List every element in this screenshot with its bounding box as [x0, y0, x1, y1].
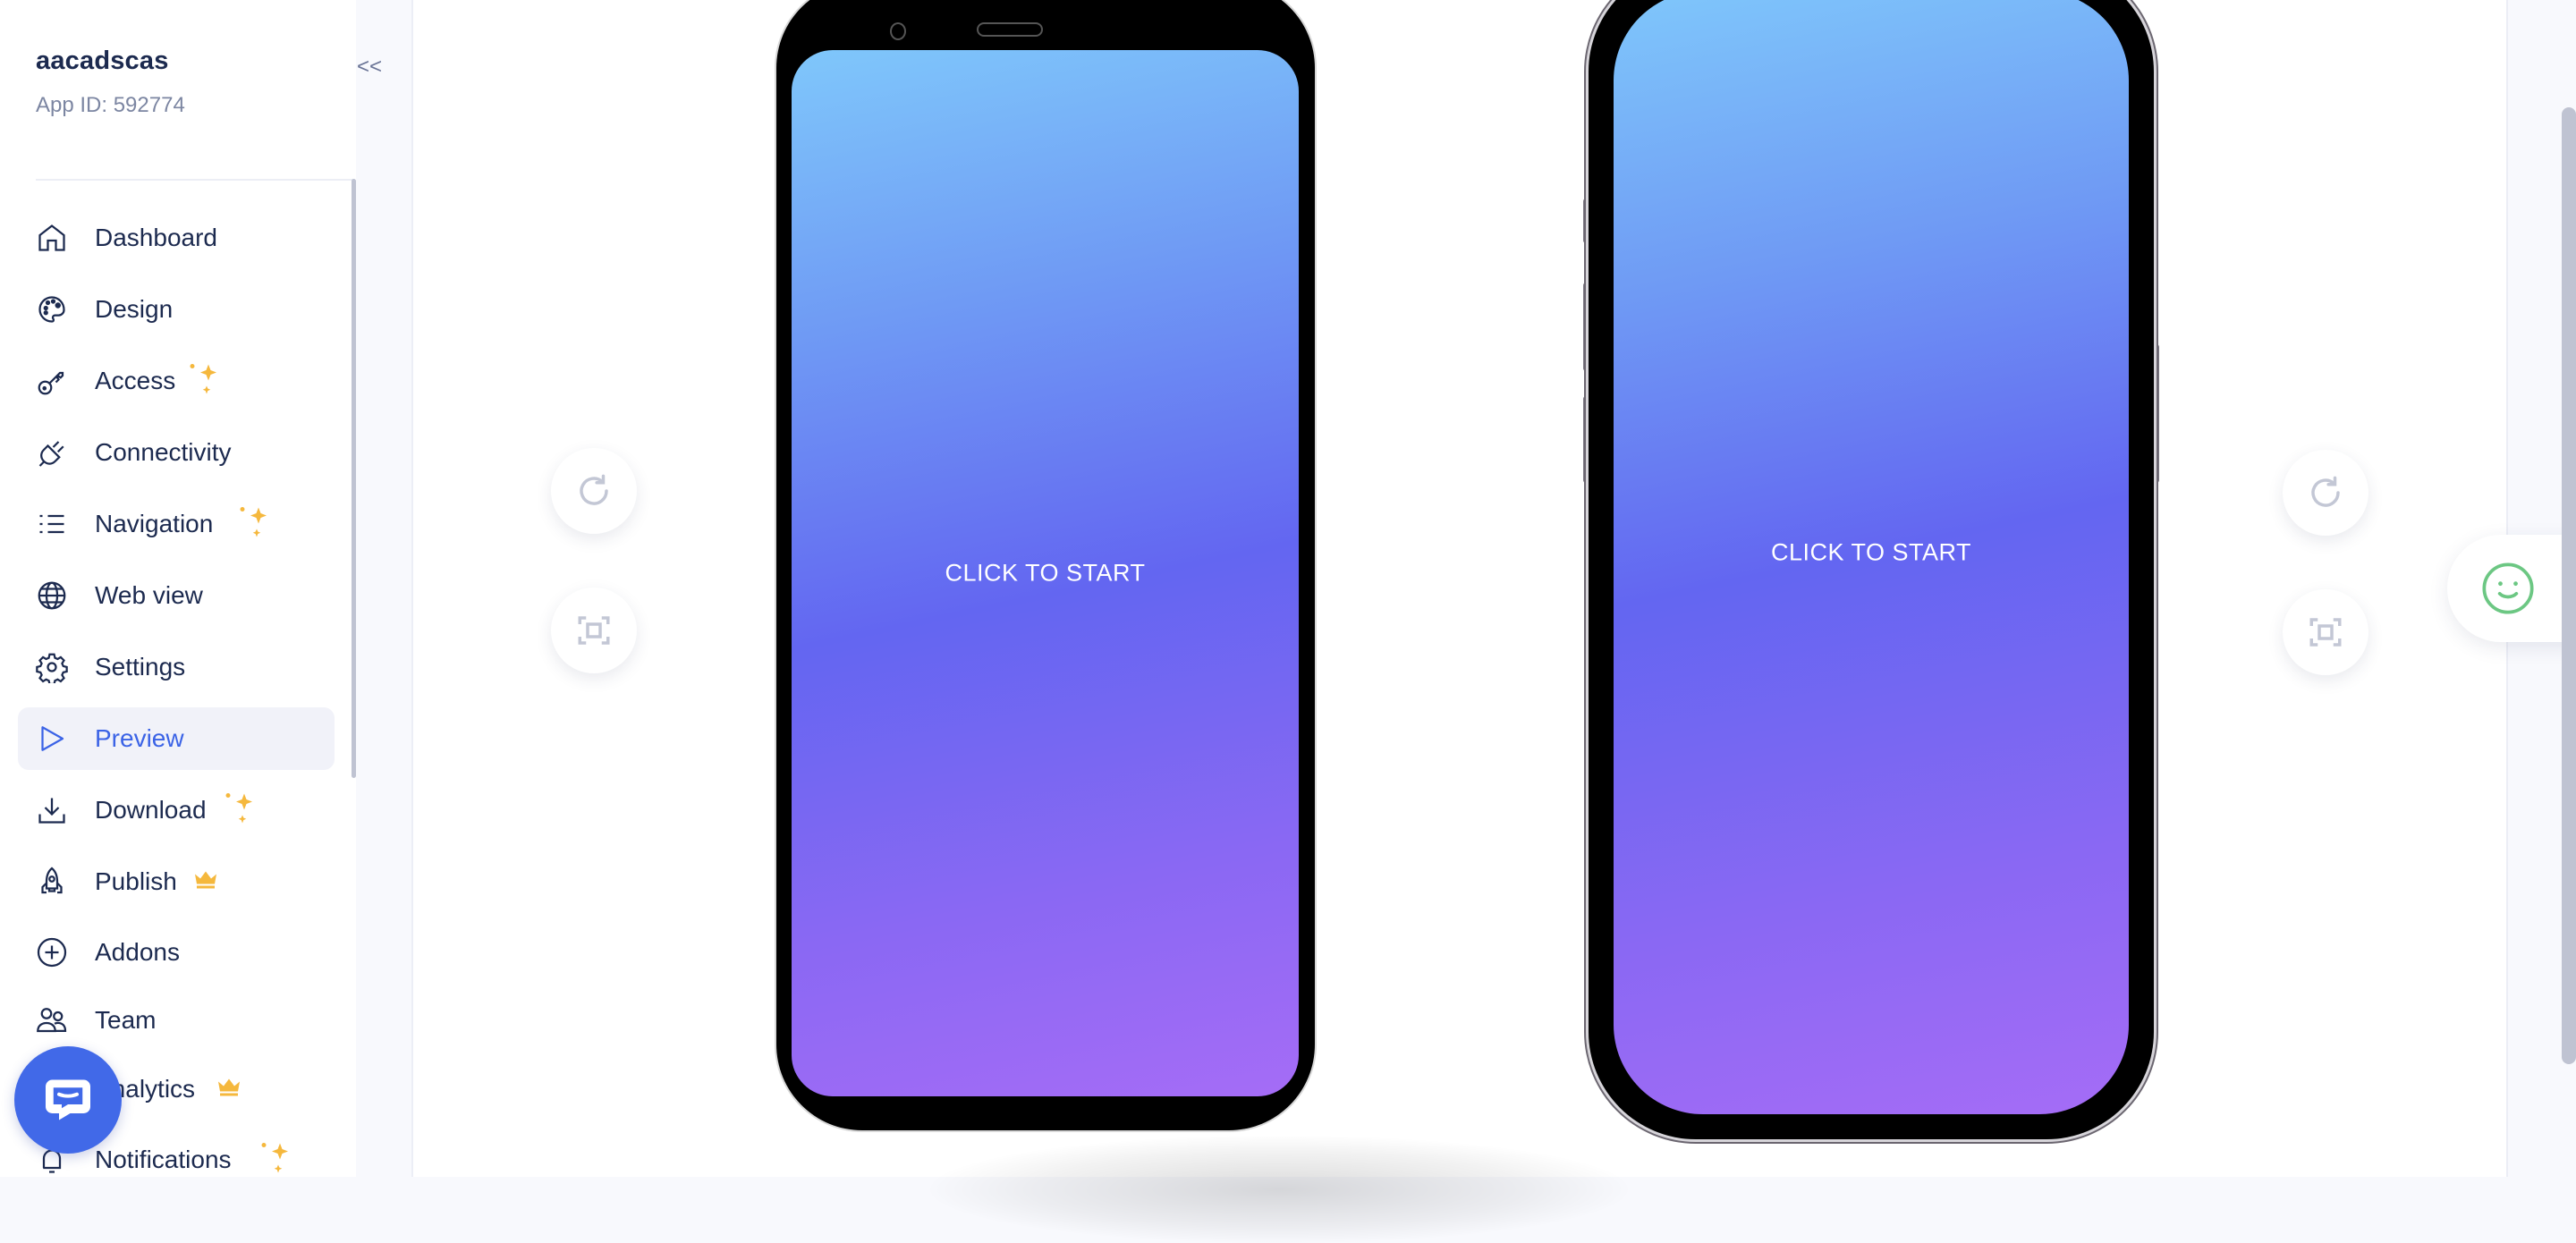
sidebar-item-label: Design [95, 295, 174, 323]
sidebar-item-label: Preview [95, 724, 184, 752]
sidebar-item-preview[interactable]: Preview [18, 707, 335, 770]
android-screenshot-button[interactable] [551, 588, 637, 673]
sidebar-item-access[interactable]: Access [18, 350, 335, 412]
crown-icon [216, 1077, 242, 1103]
android-device: CLICK TO START [776, 0, 1315, 1130]
android-screen[interactable]: CLICK TO START [792, 50, 1299, 1096]
sidebar-item-label: Connectivity [95, 438, 232, 466]
double-chevron-left-icon: << [356, 55, 383, 79]
device-shadow [930, 1136, 1628, 1243]
sidebar-divider [36, 179, 354, 181]
list-icon [36, 508, 68, 540]
smiley-icon [2482, 562, 2534, 614]
app-id: App ID: 592774 [36, 93, 185, 117]
iphone-power-button [2154, 344, 2159, 483]
screenshot-icon [2309, 618, 2342, 647]
sidebar-item-label: Team [95, 1006, 157, 1034]
users-icon [36, 1004, 68, 1036]
sidebar-item-label: Publish [95, 867, 177, 895]
preview-panel [413, 0, 2506, 1177]
home-icon [36, 222, 68, 254]
sidebar-scrollbar[interactable] [352, 179, 356, 778]
screenshot-icon [578, 616, 610, 645]
refresh-icon [580, 474, 608, 505]
iphone-screenshot-button[interactable] [2283, 589, 2368, 675]
feedback-button[interactable] [2447, 535, 2576, 642]
play-icon [36, 723, 68, 755]
rocket-icon [36, 866, 68, 898]
sparkle-icon [256, 1138, 292, 1178]
sidebar-item-connectivity[interactable]: Connectivity [18, 421, 335, 484]
sidebar-item-label: Web view [95, 581, 203, 609]
sidebar-item-label: Download [95, 796, 207, 824]
sidebar-item-download[interactable]: Download [18, 779, 335, 841]
sidebar-item-label: Settings [95, 653, 186, 681]
sidebar-item-label: Navigation [95, 510, 214, 537]
sidebar-item-settings[interactable]: Settings [18, 636, 335, 698]
sidebar-item-navigation[interactable]: Navigation [18, 493, 335, 555]
sidebar-item-design[interactable]: Design [18, 278, 335, 341]
download-icon [36, 794, 68, 826]
collapse-sidebar-button[interactable]: << [356, 36, 383, 98]
sidebar-item-label: Access [95, 367, 176, 394]
front-camera-icon [890, 22, 906, 40]
plug-icon [36, 436, 68, 469]
android-refresh-button[interactable] [551, 448, 637, 534]
click-to-start-label[interactable]: CLICK TO START [792, 560, 1299, 588]
chat-bubble-icon [46, 1079, 90, 1120]
app-name: aacadscas [36, 47, 169, 75]
sparkle-icon [220, 789, 256, 833]
crown-icon [193, 869, 218, 895]
sparkle-icon [234, 503, 270, 546]
refresh-icon [2311, 476, 2340, 507]
iphone-screen[interactable]: CLICK TO START [1614, 0, 2129, 1114]
click-to-start-label[interactable]: CLICK TO START [1614, 539, 2129, 567]
globe-icon [36, 579, 68, 612]
sidebar-item-label: Addons [95, 938, 180, 966]
plus-circle-icon [36, 936, 68, 968]
sidebar: aacadscas App ID: 592774 Dashboard Desig… [0, 0, 356, 1177]
sparkle-icon [184, 359, 220, 403]
speaker-grille [977, 22, 1043, 37]
iphone-refresh-button[interactable] [2283, 450, 2368, 536]
iphone-device: CLICK TO START [1589, 0, 2154, 1139]
sidebar-item-label: Notifications [95, 1146, 232, 1173]
main-scrollbar[interactable] [2562, 107, 2576, 1064]
gear-icon [36, 651, 68, 683]
sidebar-item-web-view[interactable]: Web view [18, 564, 335, 627]
sidebar-item-team[interactable]: Team [18, 989, 335, 1052]
key-icon [36, 365, 68, 397]
sidebar-item-addons[interactable]: Addons [18, 921, 335, 984]
sidebar-item-publish[interactable]: Publish [18, 850, 335, 913]
palette-icon [36, 293, 68, 326]
sidebar-item-label: Dashboard [95, 224, 217, 251]
sidebar-item-dashboard[interactable]: Dashboard [18, 207, 335, 269]
chat-widget-button[interactable] [14, 1046, 122, 1154]
